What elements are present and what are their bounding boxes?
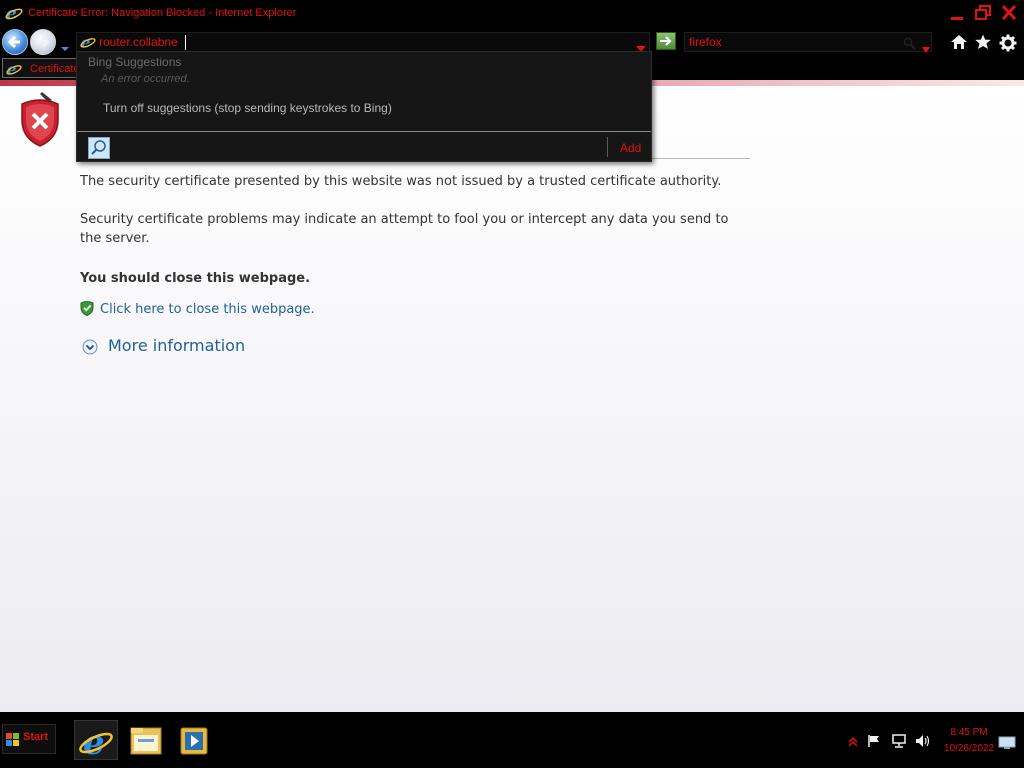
folder-icon <box>130 727 162 755</box>
certificate-issuer-message: The security certificate presented by th… <box>80 174 722 189</box>
add-search-provider-button[interactable]: Add <box>620 141 641 155</box>
bing-search-icon[interactable] <box>88 137 110 159</box>
suggestions-header: Bing Suggestions <box>88 55 182 69</box>
show-hidden-icons-icon[interactable] <box>848 733 858 752</box>
clock-time[interactable]: 8:45 PM <box>945 727 993 738</box>
windows-logo-icon <box>6 732 20 751</box>
action-center-flag-icon[interactable] <box>867 733 881 752</box>
media-player-icon <box>180 727 208 755</box>
tab-certificate-error[interactable]: e Certificate Error: Navigation Blocked <box>2 58 82 78</box>
minimize-button[interactable] <box>946 3 968 23</box>
security-shield-icon <box>18 90 62 152</box>
more-information-link[interactable]: More information <box>108 336 245 355</box>
forward-button[interactable] <box>30 29 56 55</box>
recent-pages-dropdown-icon[interactable] <box>60 38 70 57</box>
go-button[interactable] <box>656 32 676 50</box>
internet-explorer-icon: e <box>6 60 22 77</box>
address-suggestions-dropdown: Bing Suggestions An error occurred. Turn… <box>76 51 652 162</box>
taskbar-internet-explorer[interactable]: e <box>74 720 118 763</box>
gear-icon[interactable] <box>999 34 1017 56</box>
add-divider <box>607 137 608 157</box>
svg-text:e: e <box>6 4 17 22</box>
text-caret <box>185 35 186 50</box>
certificate-warning-message: Security certificate problems may indica… <box>80 212 729 246</box>
address-input[interactable] <box>99 34 619 50</box>
address-bar[interactable]: e <box>76 32 650 52</box>
close-window-button[interactable] <box>998 3 1020 23</box>
go-arrow-icon <box>660 36 672 46</box>
restore-button[interactable] <box>972 3 994 23</box>
home-icon[interactable] <box>950 34 968 54</box>
search-input[interactable] <box>689 34 899 50</box>
turn-off-suggestions-link[interactable]: Turn off suggestions (stop sending keyst… <box>103 101 392 115</box>
expand-chevron-icon[interactable] <box>82 339 98 359</box>
back-arrow-icon <box>7 35 20 49</box>
green-shield-check-icon <box>80 300 94 320</box>
start-label: Start <box>23 731 49 743</box>
taskbar: Start e 8:45 PM 10/26/2022 <box>0 712 1024 768</box>
suggestions-divider <box>77 131 651 132</box>
network-icon[interactable] <box>891 733 907 752</box>
forward-arrow-icon <box>38 35 51 49</box>
internet-explorer-icon: e <box>5 4 23 26</box>
taskbar-media-player[interactable] <box>172 720 216 760</box>
start-button[interactable]: Start <box>2 724 56 754</box>
search-box[interactable] <box>684 32 932 55</box>
window-title: Certificate Error: Navigation Blocked - … <box>28 7 297 19</box>
star-icon[interactable] <box>974 34 992 54</box>
notification-monitor-icon[interactable] <box>998 735 1016 754</box>
search-icon[interactable] <box>903 36 917 55</box>
close-recommendation: You should close this webpage. <box>80 271 311 286</box>
taskbar-file-explorer[interactable] <box>124 720 168 760</box>
back-button[interactable] <box>2 29 28 55</box>
close-webpage-link[interactable]: Click here to close this webpage. <box>100 302 315 317</box>
clock-date[interactable]: 10/26/2022 <box>938 743 1000 754</box>
volume-icon[interactable] <box>915 733 931 752</box>
internet-explorer-icon: e <box>79 723 113 763</box>
suggestions-error: An error occurred. <box>101 73 190 85</box>
title-bar: e Certificate Error: Navigation Blocked … <box>0 0 1024 28</box>
tab-label: Certificate Error: Navigation Blocked <box>30 63 81 75</box>
